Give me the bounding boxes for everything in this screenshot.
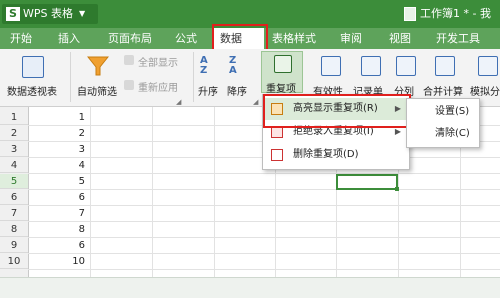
show-all-icon (124, 55, 134, 65)
filter-funnel-icon (87, 56, 109, 76)
submenu-clear-item[interactable]: 清除(C) (407, 123, 479, 145)
auto-filter-label: 自动筛选 (77, 87, 117, 98)
row-number[interactable]: 3 (0, 142, 28, 157)
cell-a4[interactable]: 4 (28, 158, 88, 173)
active-cell[interactable] (336, 174, 399, 191)
chevron-down-icon: ▼ (79, 9, 86, 18)
grid-line (28, 253, 500, 254)
highlight-box-menu-item (263, 94, 411, 128)
cell-a10[interactable]: 10 (28, 254, 88, 269)
cell-a3[interactable]: 3 (28, 142, 88, 157)
highlight-box-data-tab (212, 24, 268, 52)
validity-icon (321, 56, 341, 76)
row-number[interactable]: 10 (0, 254, 28, 269)
cell-a5[interactable]: 5 (28, 174, 88, 189)
delete-duplicates-label: 删除重复项(D) (293, 149, 359, 160)
show-all-label: 全部显示 (138, 58, 178, 69)
row-header: 1 2 3 4 5 6 7 8 9 10 (0, 107, 29, 277)
pivot-table-button[interactable]: 数据透视表 (4, 52, 64, 102)
cell-a8[interactable]: 8 (28, 222, 88, 237)
tab-page-layout[interactable]: 页面布局 (108, 28, 152, 49)
sort-descending-label: 降序 (227, 87, 247, 98)
pivot-table-label: 数据透视表 (7, 87, 57, 98)
consolidate-button[interactable]: 合并计算 (421, 52, 467, 102)
cell-a6[interactable]: 6 (28, 190, 88, 205)
grid-line (28, 189, 500, 190)
sheet-tabs-bar (0, 277, 500, 298)
grid-line (214, 107, 215, 277)
row-number[interactable]: 1 (0, 110, 28, 125)
simulate-label: 模拟分 (470, 87, 500, 98)
wps-app-menu-button[interactable]: S WPS 表格 ▼ (2, 4, 98, 24)
cell-a9[interactable]: 6 (28, 238, 88, 253)
simulate-icon (478, 56, 498, 76)
sort-descending-button[interactable]: ZA 降序 (226, 52, 250, 102)
ribbon-divider (70, 52, 71, 102)
tab-developer[interactable]: 开发工具 (436, 28, 480, 49)
consolidate-label: 合并计算 (423, 87, 463, 98)
pivot-table-icon (22, 56, 44, 78)
highlight-submenu: 设置(S) 清除(C) (406, 98, 480, 148)
row-number[interactable]: 7 (0, 206, 28, 221)
submenu-settings-label: 设置(S) (435, 106, 470, 117)
grid-line (152, 107, 153, 277)
document-tab[interactable]: 工作簿1 * - 我 (404, 0, 491, 28)
reapply-label: 重新应用 (138, 83, 178, 94)
tab-review[interactable]: 审阅 (340, 28, 362, 49)
tab-insert[interactable]: 插入 (58, 28, 80, 49)
app-title: WPS 表格 (23, 7, 73, 20)
row-number[interactable]: 2 (0, 126, 28, 141)
tab-formulas[interactable]: 公式 (175, 28, 197, 49)
row-number[interactable]: 6 (0, 190, 28, 205)
duplicates-label: 重复项 (266, 84, 296, 95)
submenu-clear-label: 清除(C) (435, 128, 470, 139)
document-name: 工作簿1 * - 我 (420, 7, 491, 20)
grid-line (28, 173, 500, 174)
grid-line (28, 237, 500, 238)
wps-logo-icon: S (6, 7, 20, 21)
record-form-icon (361, 56, 381, 76)
reapply-button[interactable]: 重新应用 (124, 79, 188, 94)
duplicates-icon (274, 55, 292, 73)
show-all-button[interactable]: 全部显示 (124, 54, 188, 69)
delete-duplicates-item[interactable]: 删除重复项(D) (263, 144, 409, 166)
tab-view[interactable]: 视图 (389, 28, 411, 49)
simulate-button[interactable]: 模拟分 (468, 52, 500, 102)
dialog-launcher-icon[interactable]: ◢ (253, 98, 258, 106)
sort-ascending-button[interactable]: AZ 升序 (197, 52, 221, 102)
sort-ascending-icon: AZ (200, 55, 208, 76)
grid-line (90, 107, 91, 277)
tab-table-style[interactable]: 表格样式 (272, 28, 316, 49)
grid-line (28, 269, 500, 270)
split-icon (396, 56, 416, 76)
auto-filter-button[interactable]: 自动筛选 (75, 52, 123, 102)
reapply-icon (124, 80, 134, 90)
consolidate-icon (435, 56, 455, 76)
row-number[interactable]: 4 (0, 158, 28, 173)
cell-a7[interactable]: 7 (28, 206, 88, 221)
delete-duplicates-icon (271, 149, 283, 161)
cell-a2[interactable]: 2 (28, 126, 88, 141)
tab-home[interactable]: 开始 (10, 28, 32, 49)
submenu-settings-item[interactable]: 设置(S) (407, 101, 479, 123)
row-number[interactable]: 8 (0, 222, 28, 237)
duplicates-button[interactable]: 重复项 (261, 51, 303, 95)
dialog-launcher-icon[interactable]: ◢ (176, 98, 181, 106)
sort-ascending-label: 升序 (198, 87, 218, 98)
row-number[interactable]: 9 (0, 238, 28, 253)
document-icon (404, 7, 416, 21)
grid-line (28, 205, 500, 206)
grid-line (28, 221, 500, 222)
ribbon-divider (193, 52, 194, 102)
sort-descending-icon: ZA (229, 55, 237, 76)
row-number-selected[interactable]: 5 (0, 174, 28, 189)
cell-a1[interactable]: 1 (28, 110, 88, 125)
